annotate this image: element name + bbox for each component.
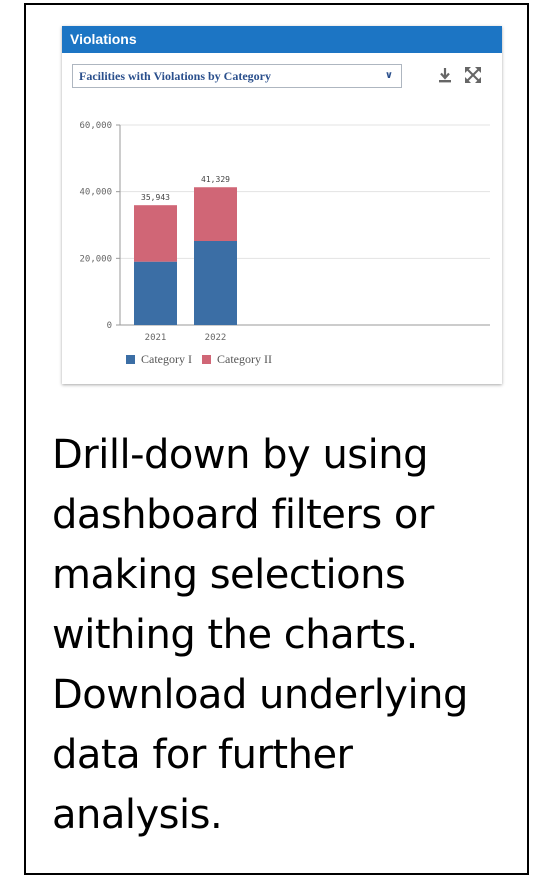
x-tick-label: 2022 — [205, 333, 227, 343]
caption-line: making selections — [52, 552, 406, 598]
legend-item-category-2[interactable]: Category II — [201, 351, 272, 367]
caption-line: analysis. — [52, 792, 223, 838]
legend-label-category-1: Category I — [141, 351, 192, 366]
caption-line: dashboard filters or — [52, 492, 434, 538]
legend-swatch-category-1 — [126, 354, 135, 364]
caption-line: withing the charts. — [52, 612, 418, 658]
caption-line: Download underlying — [52, 672, 468, 718]
legend-swatch-category-2 — [201, 354, 211, 364]
y-tick-label: 20,000 — [79, 254, 112, 264]
y-tick-label: 60,000 — [79, 121, 112, 131]
x-tick-label: 2021 — [145, 333, 167, 343]
violations-chart: 0 20,000 40,000 60,000 35,943 2021 41,329 2022 — [79, 121, 490, 343]
caption-line: Drill-down by using — [52, 432, 429, 478]
caption-text: Drill-down by using dashboard filters or… — [52, 425, 528, 845]
legend-item-category-1[interactable]: Category I — [126, 352, 192, 367]
caption-line: data for further — [52, 732, 353, 778]
bar-total-label: 41,329 — [201, 175, 230, 184]
y-tick-label: 40,000 — [79, 188, 112, 198]
bar-2022-series-2[interactable] — [194, 187, 237, 241]
chart-legend: Category I Category II — [126, 351, 282, 367]
bar-total-label: 35,943 — [141, 193, 170, 202]
bar-2021-series-1[interactable] — [134, 261, 177, 325]
y-tick-label: 0 — [107, 321, 112, 331]
violations-widget: Violations Facilities with Violations by… — [62, 26, 502, 384]
legend-label-category-2: Category II — [216, 351, 272, 366]
bar-2022-series-1[interactable] — [194, 241, 237, 325]
bar-2021-series-2[interactable] — [134, 205, 177, 262]
